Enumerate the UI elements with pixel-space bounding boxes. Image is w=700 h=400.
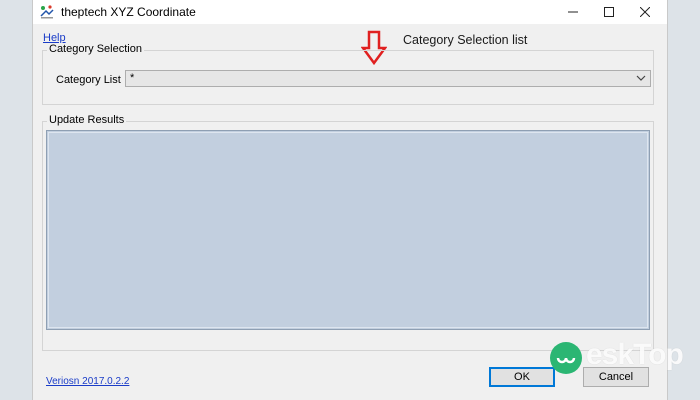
app-logo-icon <box>40 5 54 19</box>
maximize-icon <box>604 7 614 17</box>
close-button[interactable] <box>627 0 663 24</box>
watermark-logo-icon <box>550 342 582 374</box>
ok-button[interactable]: OK <box>489 367 555 387</box>
category-selection-group-label: Category Selection <box>47 43 144 55</box>
watermark: eskTop <box>548 336 698 382</box>
close-icon <box>640 7 650 17</box>
update-results-group-label: Update Results <box>47 114 127 126</box>
update-results-textarea[interactable] <box>46 130 650 330</box>
minimize-button[interactable] <box>555 0 591 24</box>
annotation-label: Category Selection list <box>403 33 528 47</box>
window-title: theptech XYZ Coordinate <box>61 5 196 19</box>
chevron-down-icon <box>636 75 646 81</box>
category-list-label: Category List <box>56 74 121 86</box>
version-link[interactable]: Veriosn 2017.0.2.2 <box>46 376 129 387</box>
category-list-selected-value: * <box>130 72 135 84</box>
category-list-dropdown[interactable]: * <box>125 70 651 87</box>
minimize-icon <box>568 11 578 13</box>
title-bar: theptech XYZ Coordinate <box>33 0 667 24</box>
watermark-text: eskTop <box>586 338 684 371</box>
maximize-button[interactable] <box>591 0 627 24</box>
